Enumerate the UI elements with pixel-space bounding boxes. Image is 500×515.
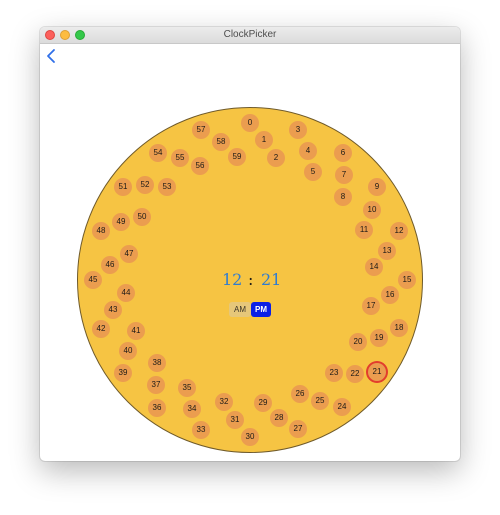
minute-53[interactable]: 53 bbox=[158, 178, 176, 196]
minute-45[interactable]: 45 bbox=[84, 271, 102, 289]
minute-12[interactable]: 12 bbox=[390, 222, 408, 240]
minute-35[interactable]: 35 bbox=[178, 379, 196, 397]
minute-19[interactable]: 19 bbox=[370, 329, 388, 347]
minute-28[interactable]: 28 bbox=[270, 409, 288, 427]
minute-27[interactable]: 27 bbox=[289, 420, 307, 438]
minute-37[interactable]: 37 bbox=[147, 376, 165, 394]
minute-44[interactable]: 44 bbox=[117, 284, 135, 302]
minute-26[interactable]: 26 bbox=[291, 385, 309, 403]
minute-24[interactable]: 24 bbox=[333, 398, 351, 416]
minute-56[interactable]: 56 bbox=[191, 157, 209, 175]
minute-22[interactable]: 22 bbox=[346, 365, 364, 383]
chevron-left-icon bbox=[47, 49, 55, 63]
minute-49[interactable]: 49 bbox=[112, 213, 130, 231]
title-bar[interactable]: ClockPicker bbox=[40, 27, 460, 44]
minute-31[interactable]: 31 bbox=[226, 411, 244, 429]
minute-33[interactable]: 33 bbox=[192, 421, 210, 439]
minute-16[interactable]: 16 bbox=[381, 286, 399, 304]
time-separator: : bbox=[248, 270, 254, 289]
minute-41[interactable]: 41 bbox=[127, 322, 145, 340]
minute-10[interactable]: 10 bbox=[363, 201, 381, 219]
minute-2[interactable]: 2 bbox=[267, 149, 285, 167]
minute-17[interactable]: 17 bbox=[362, 297, 380, 315]
minute-48[interactable]: 48 bbox=[92, 222, 110, 240]
window-title: ClockPicker bbox=[223, 29, 277, 40]
minute-51[interactable]: 51 bbox=[114, 178, 132, 196]
minute-18[interactable]: 18 bbox=[390, 319, 408, 337]
hour-value[interactable]: 12 bbox=[222, 269, 242, 291]
back-button[interactable] bbox=[44, 47, 58, 65]
minute-30[interactable]: 30 bbox=[241, 428, 259, 446]
minute-14[interactable]: 14 bbox=[365, 258, 383, 276]
minute-9[interactable]: 9 bbox=[368, 178, 386, 196]
minute-36[interactable]: 36 bbox=[148, 399, 166, 417]
minute-13[interactable]: 13 bbox=[378, 242, 396, 260]
minute-59[interactable]: 59 bbox=[228, 148, 246, 166]
minute-47[interactable]: 47 bbox=[120, 245, 138, 263]
minute-4[interactable]: 4 bbox=[299, 142, 317, 160]
minute-8[interactable]: 8 bbox=[334, 188, 352, 206]
minute-50[interactable]: 50 bbox=[133, 208, 151, 226]
app-window: ClockPicker 0 1 2 3 4 5 6 7 8 9 10 11 12… bbox=[40, 27, 460, 461]
minute-23[interactable]: 23 bbox=[325, 364, 343, 382]
minute-6[interactable]: 6 bbox=[334, 144, 352, 162]
minute-value[interactable]: 21 bbox=[261, 269, 281, 291]
minute-5[interactable]: 5 bbox=[304, 163, 322, 181]
pm-button[interactable]: PM bbox=[251, 302, 271, 317]
minute-46[interactable]: 46 bbox=[101, 256, 119, 274]
minute-39[interactable]: 39 bbox=[114, 364, 132, 382]
minute-57[interactable]: 57 bbox=[192, 121, 210, 139]
minute-1[interactable]: 1 bbox=[255, 131, 273, 149]
minute-54[interactable]: 54 bbox=[149, 144, 167, 162]
am-button[interactable]: AM bbox=[229, 302, 251, 317]
minute-38[interactable]: 38 bbox=[148, 354, 166, 372]
minute-29[interactable]: 29 bbox=[254, 394, 272, 412]
time-display: 12 : 21 bbox=[205, 269, 295, 291]
minute-40[interactable]: 40 bbox=[119, 342, 137, 360]
minute-42[interactable]: 42 bbox=[92, 320, 110, 338]
minute-25[interactable]: 25 bbox=[311, 392, 329, 410]
minute-52[interactable]: 52 bbox=[136, 176, 154, 194]
minute-34[interactable]: 34 bbox=[183, 400, 201, 418]
minute-7[interactable]: 7 bbox=[335, 166, 353, 184]
minute-32[interactable]: 32 bbox=[215, 393, 233, 411]
minute-21[interactable]: 21 bbox=[368, 363, 386, 381]
minute-58[interactable]: 58 bbox=[212, 133, 230, 151]
minute-20[interactable]: 20 bbox=[349, 333, 367, 351]
minute-15[interactable]: 15 bbox=[398, 271, 416, 289]
minute-11[interactable]: 11 bbox=[355, 221, 373, 239]
minute-0[interactable]: 0 bbox=[241, 114, 259, 132]
minute-43[interactable]: 43 bbox=[104, 301, 122, 319]
minute-3[interactable]: 3 bbox=[289, 121, 307, 139]
minute-55[interactable]: 55 bbox=[171, 149, 189, 167]
